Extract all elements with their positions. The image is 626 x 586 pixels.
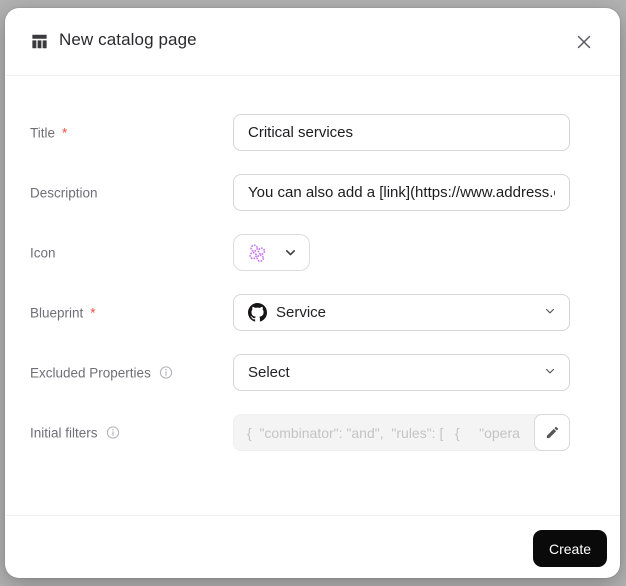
title-row: Title*: [5, 114, 620, 151]
github-icon: [248, 303, 267, 322]
description-label: Description: [30, 185, 98, 200]
icon-picker-dropdown[interactable]: [233, 234, 310, 271]
initial-filters-label: Initial filters: [30, 425, 120, 440]
footer-divider: [5, 515, 620, 516]
title-label: Title*: [30, 125, 67, 140]
table-icon: [30, 32, 49, 51]
initial-filters-field: { "combinator": "and", "rules": [ { "ope…: [233, 414, 570, 451]
title-input[interactable]: [233, 114, 570, 151]
required-marker: *: [90, 305, 95, 320]
pencil-icon[interactable]: [534, 414, 570, 451]
header-divider: [5, 75, 620, 76]
excluded-properties-placeholder: Select: [248, 364, 290, 381]
icon-row: Icon: [5, 234, 620, 271]
chevron-down-icon: [544, 304, 556, 322]
initial-filters-row: Initial filters { "combinator": "and", "…: [5, 414, 620, 451]
chevron-down-icon: [544, 364, 556, 382]
modal-title: New catalog page: [59, 30, 197, 50]
blueprint-select[interactable]: Service: [233, 294, 570, 331]
excluded-properties-select[interactable]: Select: [233, 354, 570, 391]
initial-filters-value: { "combinator": "and", "rules": [ { "ope…: [233, 414, 570, 451]
close-icon[interactable]: [574, 32, 594, 52]
chevron-down-icon: [284, 246, 297, 259]
create-button[interactable]: Create: [533, 530, 607, 567]
required-marker: *: [62, 125, 67, 140]
modal-header: New catalog page: [5, 8, 620, 75]
icon-label: Icon: [30, 245, 56, 260]
blueprint-row: Blueprint* Service: [5, 294, 620, 331]
description-input[interactable]: [233, 174, 570, 211]
new-catalog-page-modal: New catalog page Title* Description Icon: [5, 8, 620, 578]
info-icon: [159, 366, 173, 380]
excluded-properties-row: Excluded Properties Select: [5, 354, 620, 391]
excluded-properties-label: Excluded Properties: [30, 365, 173, 380]
cluster-icon: [247, 243, 267, 263]
info-icon: [106, 426, 120, 440]
blueprint-value: Service: [276, 304, 326, 321]
description-row: Description: [5, 174, 620, 211]
blueprint-label: Blueprint*: [30, 305, 96, 320]
